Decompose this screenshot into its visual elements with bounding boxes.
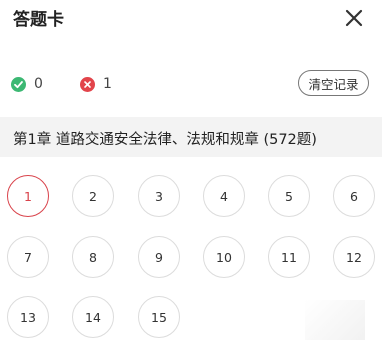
question-button[interactable]: 1 xyxy=(7,175,49,217)
question-button[interactable]: 8 xyxy=(72,236,114,278)
question-button[interactable]: 5 xyxy=(268,175,310,217)
correct-stat: 0 xyxy=(11,74,43,94)
chapter-title: 第1章 道路交通安全法律、法规和规章 (572题) xyxy=(13,132,317,148)
stats-row: 0 1 清空记录 xyxy=(0,68,382,100)
question-button[interactable]: 15 xyxy=(138,296,180,338)
question-button[interactable]: 2 xyxy=(72,175,114,217)
question-button[interactable]: 3 xyxy=(138,175,180,217)
question-button[interactable]: 7 xyxy=(7,236,49,278)
question-button[interactable]: 12 xyxy=(333,236,375,278)
question-button[interactable]: 13 xyxy=(7,296,49,338)
correct-count: 0 xyxy=(34,76,43,92)
question-button[interactable]: 4 xyxy=(203,175,245,217)
corner-fade xyxy=(305,300,365,340)
wrong-count: 1 xyxy=(103,76,112,92)
wrong-stat: 1 xyxy=(80,74,112,94)
header: 答题卡 xyxy=(0,0,382,38)
question-button[interactable]: 10 xyxy=(203,236,245,278)
page-title: 答题卡 xyxy=(13,10,64,30)
check-icon xyxy=(11,76,26,92)
clear-records-button[interactable]: 清空记录 xyxy=(298,70,369,96)
close-button[interactable] xyxy=(342,6,366,30)
question-button[interactable]: 11 xyxy=(268,236,310,278)
question-button[interactable]: 14 xyxy=(72,296,114,338)
question-button[interactable]: 9 xyxy=(138,236,180,278)
x-icon xyxy=(80,76,95,92)
close-icon xyxy=(345,9,363,27)
chapter-bar: 第1章 道路交通安全法律、法规和规章 (572题) xyxy=(0,117,382,157)
answer-card-panel: 答题卡 0 1 清空记录 第1章 道路交通安全法律、法规和规章 (572题) 1… xyxy=(0,0,382,349)
question-button[interactable]: 6 xyxy=(333,175,375,217)
